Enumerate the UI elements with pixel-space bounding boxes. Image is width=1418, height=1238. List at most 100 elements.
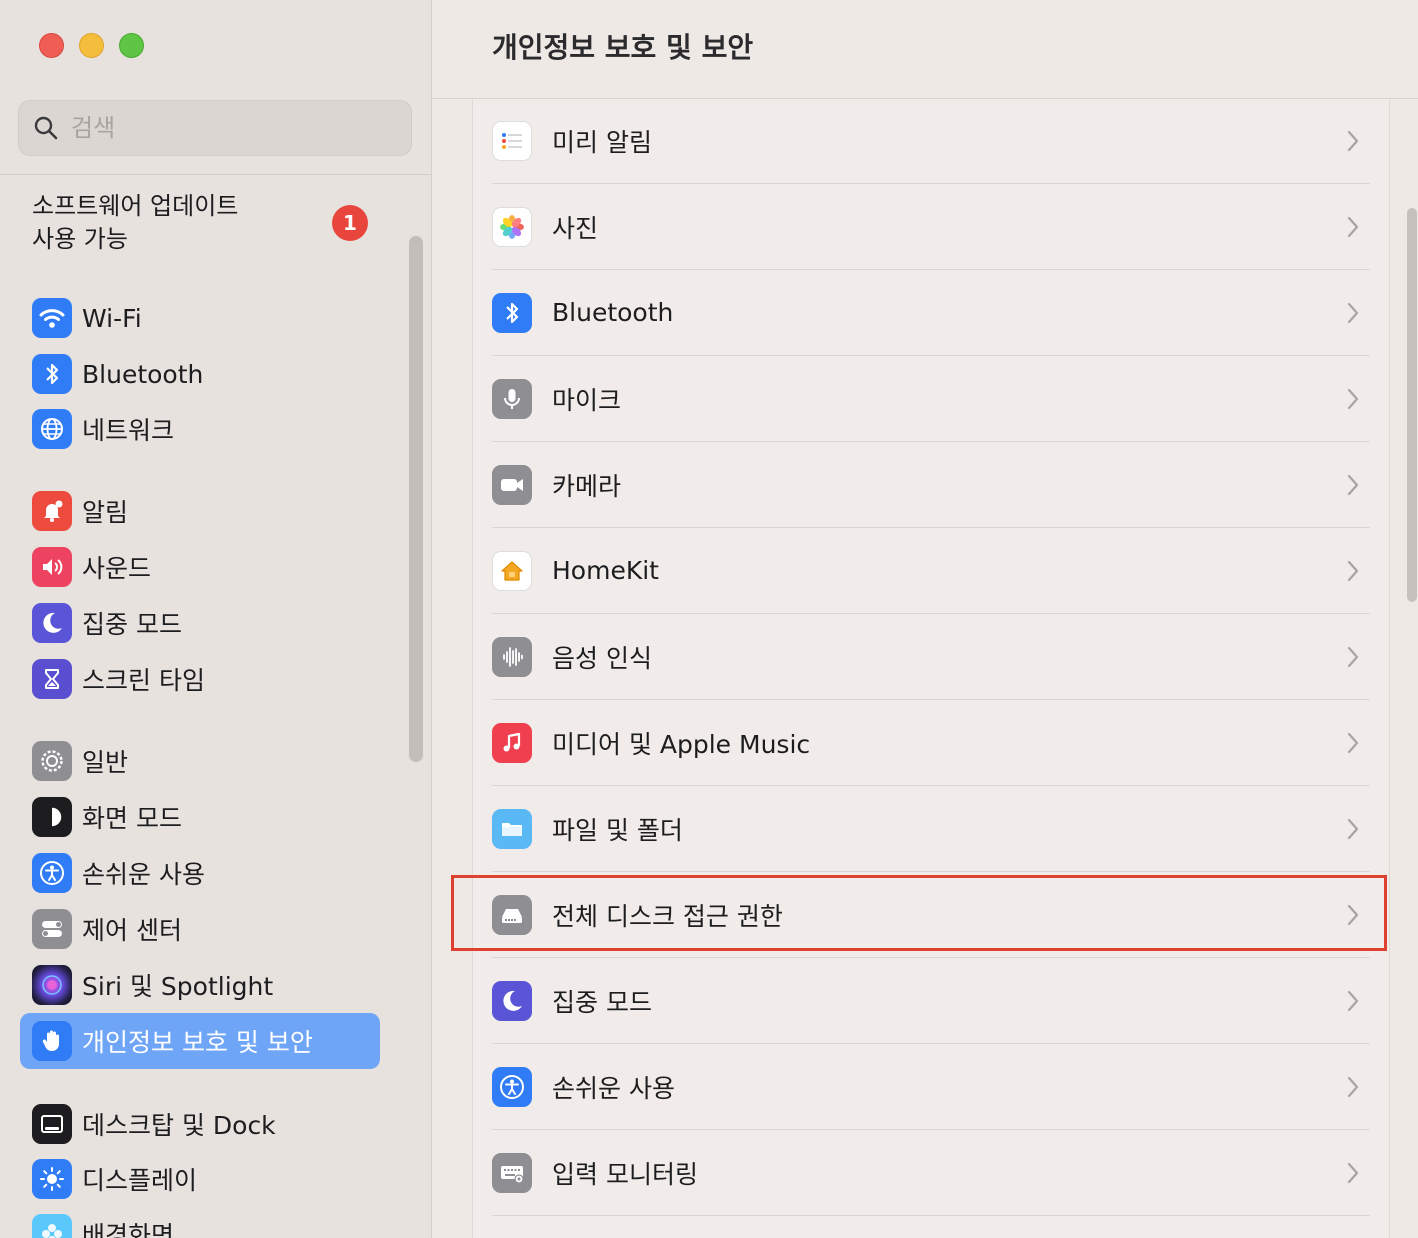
sidebar-item-appearance[interactable]: 화면 모드: [20, 789, 380, 845]
row-label: 음성 인식: [552, 643, 652, 673]
sidebar-item-label: 네트워크: [82, 416, 175, 445]
row-microphone[interactable]: 마이크: [492, 356, 1370, 442]
speaker-icon: [32, 547, 72, 587]
accessibility-icon: [32, 853, 72, 893]
sidebar-item-label: 알림: [82, 498, 129, 527]
keyboard-icon: [492, 1152, 532, 1193]
row-accessibility[interactable]: 손쉬운 사용: [492, 1044, 1370, 1130]
sidebar-scrollbar[interactable]: [409, 236, 423, 762]
row-label: 파일 및 폴더: [552, 815, 683, 845]
chevron-right-icon: [1347, 818, 1359, 840]
appearance-icon: [32, 797, 72, 837]
chevron-right-icon: [1347, 732, 1359, 754]
row-label: 사진: [552, 213, 599, 243]
folder-icon: [492, 808, 532, 849]
row-files-folders[interactable]: 파일 및 폴더: [492, 786, 1370, 872]
sidebar-item-wallpaper[interactable]: 배경화면: [20, 1206, 380, 1238]
row-label: 미디어 및 Apple Music: [552, 729, 811, 759]
software-update-line1: 소프트웨어 업데이트: [32, 192, 239, 220]
row-camera[interactable]: 카메라: [492, 442, 1370, 528]
hourglass-icon: [32, 659, 72, 699]
sidebar-item-label: 화면 모드: [82, 804, 182, 833]
sidebar-item-control-center[interactable]: 제어 센터: [20, 901, 380, 957]
highlight-box: [451, 875, 1387, 951]
search-input[interactable]: [71, 114, 371, 142]
sun-icon: [32, 1159, 72, 1199]
row-label: HomeKit: [552, 556, 659, 585]
row-speech-recognition[interactable]: 음성 인식: [492, 614, 1370, 700]
sidebar-item-label: 배경화면: [82, 1221, 175, 1238]
row-label: 입력 모니터링: [552, 1159, 698, 1189]
bluetooth-icon: [492, 292, 532, 333]
row-media-apple-music[interactable]: 미디어 및 Apple Music: [492, 700, 1370, 786]
chevron-right-icon: [1347, 1076, 1359, 1098]
chevron-right-icon: [1347, 1162, 1359, 1184]
row-reminders[interactable]: 미리 알림: [492, 98, 1370, 184]
sidebar-item-label: 디스플레이: [82, 1166, 198, 1195]
chevron-right-icon: [1347, 388, 1359, 410]
gear-icon: [32, 741, 72, 781]
microphone-icon: [492, 378, 532, 419]
sidebar: 소프트웨어 업데이트 사용 가능 1 Wi-Fi Bluetooth 네트워크 …: [0, 0, 432, 1238]
minimize-window-button[interactable]: [79, 33, 104, 58]
moon-icon: [492, 980, 532, 1021]
sidebar-item-label: 사운드: [82, 554, 152, 583]
hand-icon: [32, 1021, 72, 1061]
software-update-item[interactable]: 소프트웨어 업데이트 사용 가능: [32, 190, 372, 256]
chevron-right-icon: [1347, 560, 1359, 582]
siri-icon: [32, 965, 72, 1005]
sidebar-item-sound[interactable]: 사운드: [20, 539, 380, 595]
close-window-button[interactable]: [39, 33, 64, 58]
sidebar-item-label: 개인정보 보호 및 보안: [82, 1028, 313, 1057]
sidebar-item-bluetooth[interactable]: Bluetooth: [20, 346, 380, 402]
row-label: 집중 모드: [552, 987, 652, 1017]
sidebar-item-wifi[interactable]: Wi-Fi: [20, 290, 380, 346]
row-bluetooth[interactable]: Bluetooth: [492, 270, 1370, 356]
update-count-badge: 1: [332, 205, 368, 241]
sidebar-item-general[interactable]: 일반: [20, 733, 380, 789]
chevron-right-icon: [1347, 130, 1359, 152]
sidebar-item-displays[interactable]: 디스플레이: [20, 1151, 380, 1207]
photos-icon: [492, 206, 532, 247]
flower-icon: [32, 1214, 72, 1238]
sidebar-item-accessibility[interactable]: 손쉬운 사용: [20, 845, 380, 901]
sidebar-item-desktop-dock[interactable]: 데스크탑 및 Dock: [20, 1096, 380, 1152]
row-photos[interactable]: 사진: [492, 184, 1370, 270]
sidebar-item-network[interactable]: 네트워크: [20, 401, 380, 457]
chevron-right-icon: [1347, 216, 1359, 238]
sidebar-item-screen-time[interactable]: 스크린 타임: [20, 651, 380, 707]
page-title: 개인정보 보호 및 보안: [492, 31, 754, 64]
window-controls: [39, 33, 144, 58]
search-icon: [34, 116, 58, 140]
sidebar-item-label: 일반: [82, 748, 129, 777]
main-header: 개인정보 보호 및 보안: [432, 0, 1418, 99]
sidebar-item-focus[interactable]: 집중 모드: [20, 595, 380, 651]
dock-icon: [32, 1104, 72, 1144]
software-update-line2: 사용 가능: [32, 225, 128, 253]
sidebar-divider: [0, 174, 431, 175]
row-label: 카메라: [552, 471, 622, 501]
row-label: 미리 알림: [552, 127, 652, 157]
row-focus[interactable]: 집중 모드: [492, 958, 1370, 1044]
zoom-window-button[interactable]: [119, 33, 144, 58]
sidebar-item-label: Bluetooth: [82, 359, 204, 389]
sidebar-item-label: 데스크탑 및 Dock: [82, 1111, 276, 1140]
sidebar-item-privacy-security[interactable]: 개인정보 보호 및 보안: [20, 1013, 380, 1069]
chevron-right-icon: [1347, 474, 1359, 496]
search-field[interactable]: [18, 100, 412, 156]
row-input-monitoring[interactable]: 입력 모니터링: [492, 1130, 1370, 1216]
main-scrollbar[interactable]: [1407, 208, 1417, 602]
bluetooth-icon: [32, 354, 72, 394]
music-icon: [492, 722, 532, 763]
sidebar-item-label: Wi-Fi: [82, 303, 142, 333]
waveform-icon: [492, 636, 532, 677]
sidebar-item-notifications[interactable]: 알림: [20, 483, 380, 539]
sidebar-item-siri-spotlight[interactable]: Siri 및 Spotlight: [20, 957, 380, 1013]
wifi-icon: [32, 298, 72, 338]
main-pane: 개인정보 보호 및 보안 미리 알림 사진 Bluetooth 마이크 카메라 …: [432, 0, 1418, 1238]
chevron-right-icon: [1347, 646, 1359, 668]
camera-icon: [492, 464, 532, 505]
moon-icon: [32, 603, 72, 643]
row-homekit[interactable]: HomeKit: [492, 528, 1370, 614]
sidebar-item-label: Siri 및 Spotlight: [82, 972, 274, 1001]
